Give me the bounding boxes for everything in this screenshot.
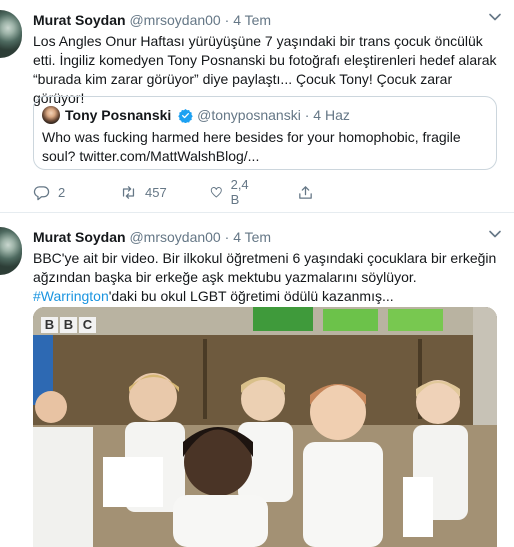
caret-down-icon[interactable]	[488, 227, 502, 241]
tweet-text-part: BBC'ye ait bir video. Bir ilkokul öğretm…	[33, 250, 497, 285]
retweet-button[interactable]: 457	[120, 182, 167, 202]
reply-icon	[33, 185, 50, 200]
verified-badge-icon	[178, 108, 193, 123]
like-icon	[210, 186, 222, 197]
tweet-text-part: 'daki bu okul LGBT öğretimi ödülü kazanm…	[108, 288, 394, 304]
bbc-logo-letter: C	[79, 317, 96, 333]
avatar[interactable]	[0, 227, 22, 275]
tweet-date[interactable]: 4 Tem	[233, 229, 271, 245]
tweet-header: Murat Soydan @mrsoydan00 · 4 Tem	[33, 228, 271, 246]
separator-dot: ·	[304, 107, 310, 123]
like-button[interactable]: 2,4 B	[210, 177, 253, 207]
like-count: 2,4 B	[230, 177, 249, 207]
separator-dot: ·	[224, 229, 230, 245]
quoted-date: 4 Haz	[313, 107, 350, 123]
avatar[interactable]	[0, 10, 22, 58]
hashtag-link[interactable]: #Warrington	[33, 288, 109, 304]
tweet-date[interactable]: 4 Tem	[233, 12, 271, 28]
reply-button[interactable]: 2	[33, 182, 65, 202]
author-handle[interactable]: @mrsoydan00	[129, 12, 220, 28]
retweet-count: 457	[145, 184, 167, 200]
author-name[interactable]: Murat Soydan	[33, 12, 126, 28]
tweet-header: Murat Soydan @mrsoydan00 · 4 Tem	[33, 11, 271, 29]
quoted-tweet[interactable]: Tony Posnanski @tonyposnanski · 4 Haz Wh…	[33, 96, 497, 170]
quoted-author-handle: @tonyposnanski	[197, 107, 301, 123]
bbc-logo-letter: B	[60, 317, 77, 333]
bbc-logo-letter: B	[41, 317, 58, 333]
share-button[interactable]	[297, 182, 314, 202]
quoted-author-name: Tony Posnanski	[65, 107, 172, 123]
caret-down-icon[interactable]	[488, 10, 502, 24]
quoted-text: Who was fucking harmed here besides for …	[42, 129, 461, 164]
classroom-scene	[33, 307, 497, 547]
tweet-text: BBC'ye ait bir video. Bir ilkokul öğretm…	[33, 249, 503, 306]
tweet[interactable]: Murat Soydan @mrsoydan00 · 4 Tem BBC'ye …	[0, 213, 514, 547]
share-icon	[299, 185, 312, 199]
quoted-header: Tony Posnanski @tonyposnanski · 4 Haz	[65, 106, 350, 124]
reply-count: 2	[58, 184, 66, 200]
quoted-avatar	[42, 106, 60, 124]
separator-dot: ·	[224, 12, 230, 28]
retweet-icon	[122, 185, 135, 199]
video-thumbnail[interactable]: B B C	[33, 307, 497, 547]
author-name[interactable]: Murat Soydan	[33, 229, 126, 245]
tweet[interactable]: Murat Soydan @mrsoydan00 · 4 Tem Los Ang…	[0, 0, 514, 213]
author-handle[interactable]: @mrsoydan00	[129, 229, 220, 245]
bbc-logo: B B C	[41, 317, 96, 333]
